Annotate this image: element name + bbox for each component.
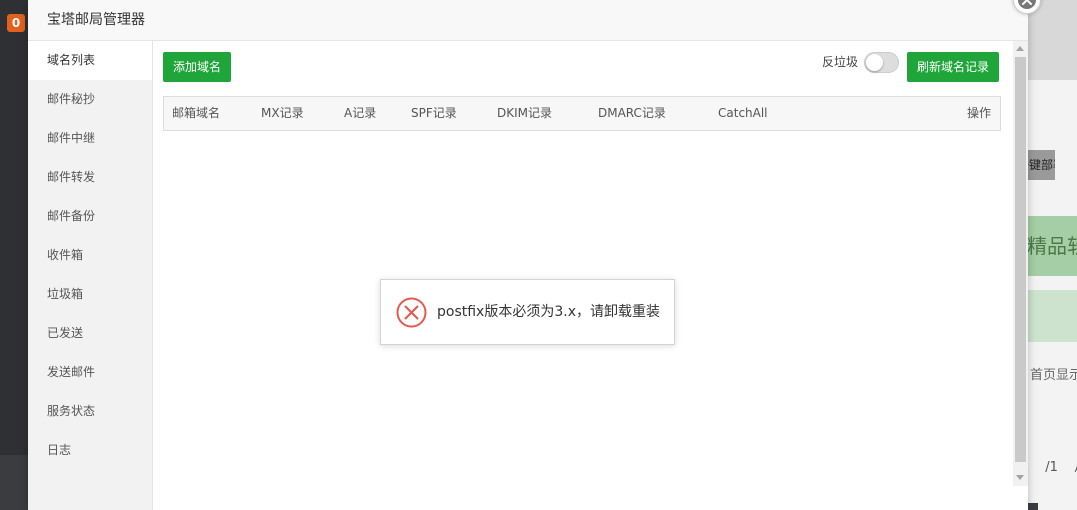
dialog-scrollbar[interactable] xyxy=(1013,41,1028,486)
background-column-label: 首页显示 xyxy=(1030,368,1077,383)
domain-table-header: 邮箱域名 MX记录 A记录 SPF记录 DKIM记录 DMARC记录 Catch… xyxy=(163,96,1001,131)
column-header-domain[interactable]: 邮箱域名 xyxy=(172,97,220,130)
column-header-actions: 操作 xyxy=(967,106,992,120)
menu-item-logs[interactable]: 日志 xyxy=(28,431,152,470)
background-header-right xyxy=(1027,0,1077,80)
background-recommend-banner[interactable]: 精品软件推荐 xyxy=(1027,216,1077,276)
error-icon xyxy=(396,297,427,328)
background-sidebar xyxy=(0,0,30,510)
menu-item-sent[interactable]: 已发送 xyxy=(28,314,152,353)
notification-badge[interactable]: 0 xyxy=(7,14,25,32)
side-menu: 域名列表 邮件秘抄 邮件中继 邮件转发 邮件备份 收件箱 垃圾箱 已发送 发送邮… xyxy=(28,41,153,510)
page-from: 从 xyxy=(1066,452,1077,478)
scroll-down-arrow-icon[interactable] xyxy=(1016,475,1024,480)
column-header-catchall[interactable]: CatchAll xyxy=(718,97,768,130)
background-notice-banner xyxy=(1027,290,1077,342)
error-message-text: postfix版本必须为3.x，请卸载重装 xyxy=(437,304,660,320)
menu-item-service-status[interactable]: 服务状态 xyxy=(28,392,152,431)
column-header-spf[interactable]: SPF记录 xyxy=(411,97,457,130)
error-message-toast: postfix版本必须为3.x，请卸载重装 xyxy=(380,279,675,345)
background-sidebar-footer xyxy=(0,455,30,510)
column-header-dmarc[interactable]: DMARC记录 xyxy=(598,97,666,130)
menu-item-spam[interactable]: 垃圾箱 xyxy=(28,275,152,314)
page-total: /1 xyxy=(1045,460,1058,475)
domain-list-panel: 添加域名 反垃圾 刷新域名记录 邮箱域名 MX记录 A记录 SPF记录 DKIM… xyxy=(153,41,1013,510)
anti-spam-toggle[interactable] xyxy=(864,52,899,73)
mail-manager-dialog: 宝塔邮局管理器 域名列表 邮件秘抄 邮件中继 邮件转发 邮件备份 收件箱 垃圾箱… xyxy=(28,0,1041,510)
menu-item-mail-bcc[interactable]: 邮件秘抄 xyxy=(28,80,152,119)
scrollbar-thumb[interactable] xyxy=(1015,57,1026,462)
dialog-title: 宝塔邮局管理器 xyxy=(28,0,1028,41)
add-domain-button[interactable]: 添加域名 xyxy=(163,52,232,82)
anti-spam-label: 反垃圾 xyxy=(822,55,859,69)
menu-item-mail-backup[interactable]: 邮件备份 xyxy=(28,197,152,236)
column-header-dkim[interactable]: DKIM记录 xyxy=(497,97,552,130)
column-header-mx[interactable]: MX记录 xyxy=(261,97,304,130)
scroll-up-arrow-icon[interactable] xyxy=(1016,46,1024,51)
menu-item-mail-forward[interactable]: 邮件转发 xyxy=(28,158,152,197)
column-header-a[interactable]: A记录 xyxy=(344,97,376,130)
refresh-domain-records-button[interactable]: 刷新域名记录 xyxy=(907,52,1000,82)
menu-item-domain-list[interactable]: 域名列表 xyxy=(28,41,152,80)
menu-item-inbox[interactable]: 收件箱 xyxy=(28,236,152,275)
close-icon xyxy=(1022,0,1032,5)
menu-item-send-mail[interactable]: 发送邮件 xyxy=(28,353,152,392)
menu-item-mail-relay[interactable]: 邮件中继 xyxy=(28,119,152,158)
